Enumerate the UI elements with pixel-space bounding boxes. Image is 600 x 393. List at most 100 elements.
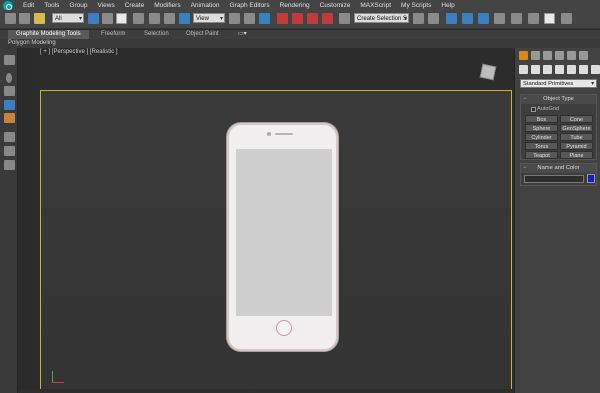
ribbon-panel-polygon-modeling[interactable]: Polygon Modeling — [0, 39, 600, 48]
object-type-title[interactable]: Object Type — [521, 95, 596, 104]
ribbon-options-icon[interactable]: ▭▾ — [230, 30, 255, 39]
rotate-icon[interactable] — [164, 13, 175, 24]
tab-freeform[interactable]: Freeform — [93, 30, 133, 39]
create-tab-icon[interactable] — [519, 51, 528, 60]
window-crossing-icon[interactable] — [133, 13, 144, 24]
spacewarps-category-icon[interactable] — [579, 65, 588, 74]
menu-rendering[interactable]: Rendering — [275, 2, 315, 9]
keyboard-shortcut-icon[interactable] — [259, 13, 270, 24]
rendered-frame-icon[interactable] — [544, 13, 555, 24]
undo-icon[interactable] — [5, 13, 16, 24]
shapes-category-icon[interactable] — [531, 65, 540, 74]
object-name-field[interactable] — [524, 175, 584, 183]
render-production-icon[interactable] — [561, 13, 572, 24]
menu-maxscript[interactable]: MAXScript — [355, 2, 396, 9]
geometry-category-icon[interactable] — [519, 65, 528, 74]
tab-graphite-modeling-tools[interactable]: Graphite Modeling Tools — [8, 30, 89, 39]
teapot-button[interactable]: Teapot — [525, 151, 558, 159]
plane-button[interactable]: Plane — [560, 151, 593, 159]
tab-object-paint[interactable]: Object Paint — [178, 30, 227, 39]
shirt-tool-icon[interactable] — [4, 86, 15, 96]
helpers-category-icon[interactable] — [567, 65, 576, 74]
tube-button[interactable]: Tube — [560, 133, 593, 141]
move-icon[interactable] — [149, 13, 160, 24]
reference-coord-dropdown[interactable]: View — [193, 13, 225, 24]
selection-filter-dropdown[interactable]: All — [52, 13, 84, 24]
modify-tab-icon[interactable] — [531, 51, 540, 60]
select-manipulate-icon[interactable] — [244, 13, 255, 24]
angle-snap-icon[interactable] — [292, 13, 303, 24]
phone-speaker — [275, 133, 293, 135]
menu-my-scripts[interactable]: My Scripts — [396, 2, 436, 9]
autogrid-checkbox[interactable] — [531, 107, 536, 112]
name-and-color-title[interactable]: Name and Color — [521, 164, 596, 173]
select-object-icon[interactable] — [88, 13, 99, 24]
pyramid-button[interactable]: Pyramid — [560, 142, 593, 150]
timeline-strip — [18, 389, 514, 393]
menu-bar: Edit Tools Group Views Create Modifiers … — [0, 0, 600, 12]
tab-selection[interactable]: Selection — [136, 30, 177, 39]
perspective-viewport[interactable]: [ + ] [Perspective ] [Realistic ] — [38, 48, 514, 393]
paint-tool-icon[interactable] — [4, 113, 15, 123]
geosphere-button[interactable]: GeoSphere — [560, 124, 593, 132]
torus-button[interactable]: Torus — [525, 142, 558, 150]
create-category-tabs — [519, 65, 600, 75]
graphite-toggle-icon[interactable] — [462, 13, 473, 24]
spinner-snap-icon[interactable] — [322, 13, 333, 24]
phone-home-button — [276, 320, 292, 336]
percent-snap-icon[interactable] — [307, 13, 318, 24]
hierarchy-tab-icon[interactable] — [543, 51, 552, 60]
viewport-label[interactable]: [ + ] [Perspective ] [Realistic ] — [40, 49, 118, 55]
snaps-toggle-icon[interactable] — [277, 13, 288, 24]
layer-manager-icon[interactable] — [446, 13, 457, 24]
cameras-category-icon[interactable] — [555, 65, 564, 74]
display-tab-icon[interactable] — [567, 51, 576, 60]
object-color-swatch[interactable] — [587, 174, 595, 183]
select-by-name-icon[interactable] — [102, 13, 113, 24]
primitive-category-dropdown[interactable]: Standard Primitives — [520, 79, 597, 89]
menu-customize[interactable]: Customize — [315, 2, 356, 9]
cone-button[interactable]: Cone — [560, 115, 593, 123]
motion-tab-icon[interactable] — [555, 51, 564, 60]
menu-modifiers[interactable]: Modifiers — [149, 2, 185, 9]
left-toolbar — [0, 48, 18, 393]
menu-group[interactable]: Group — [64, 2, 92, 9]
light-tool-icon[interactable] — [4, 100, 15, 110]
phone-model[interactable] — [227, 123, 338, 351]
menu-edit[interactable]: Edit — [18, 2, 39, 9]
menu-tools[interactable]: Tools — [39, 2, 64, 9]
menu-graph-editors[interactable]: Graph Editors — [225, 2, 275, 9]
pivot-center-icon[interactable] — [229, 13, 240, 24]
mirror-icon[interactable] — [413, 13, 424, 24]
sphere-tool-icon[interactable] — [6, 73, 12, 83]
viewcube-icon[interactable] — [479, 63, 497, 81]
box-button[interactable]: Box — [525, 115, 558, 123]
container-icon[interactable] — [4, 55, 15, 65]
schematic-view-icon[interactable] — [494, 13, 505, 24]
sphere-button[interactable]: Sphere — [525, 124, 558, 132]
autogrid-label: AutoGrid — [537, 106, 560, 112]
redo-icon[interactable] — [19, 13, 30, 24]
systems-category-icon[interactable] — [591, 65, 600, 74]
lights-category-icon[interactable] — [543, 65, 552, 74]
named-selection-dropdown[interactable]: Create Selection S — [354, 13, 409, 24]
material-editor-icon[interactable] — [511, 13, 522, 24]
utilities-tab-icon[interactable] — [579, 51, 588, 60]
menu-create[interactable]: Create — [120, 2, 150, 9]
menu-animation[interactable]: Animation — [186, 2, 225, 9]
curve-editor-icon[interactable] — [478, 13, 489, 24]
select-link-icon[interactable] — [34, 13, 45, 24]
hierarchy-tool-icon[interactable] — [4, 132, 15, 142]
menu-views[interactable]: Views — [92, 2, 119, 9]
display-tool-icon[interactable] — [4, 146, 15, 156]
edit-named-selection-icon[interactable] — [339, 13, 350, 24]
command-panel-tabs — [519, 51, 588, 61]
utility-tool-icon[interactable] — [4, 160, 15, 170]
align-icon[interactable] — [428, 13, 439, 24]
scale-icon[interactable] — [179, 13, 190, 24]
command-panel: Standard Primitives Object Type AutoGrid… — [514, 48, 600, 393]
render-setup-icon[interactable] — [528, 13, 539, 24]
menu-help[interactable]: Help — [436, 2, 459, 9]
cylinder-button[interactable]: Cylinder — [525, 133, 558, 141]
rectangular-region-icon[interactable] — [116, 13, 127, 24]
